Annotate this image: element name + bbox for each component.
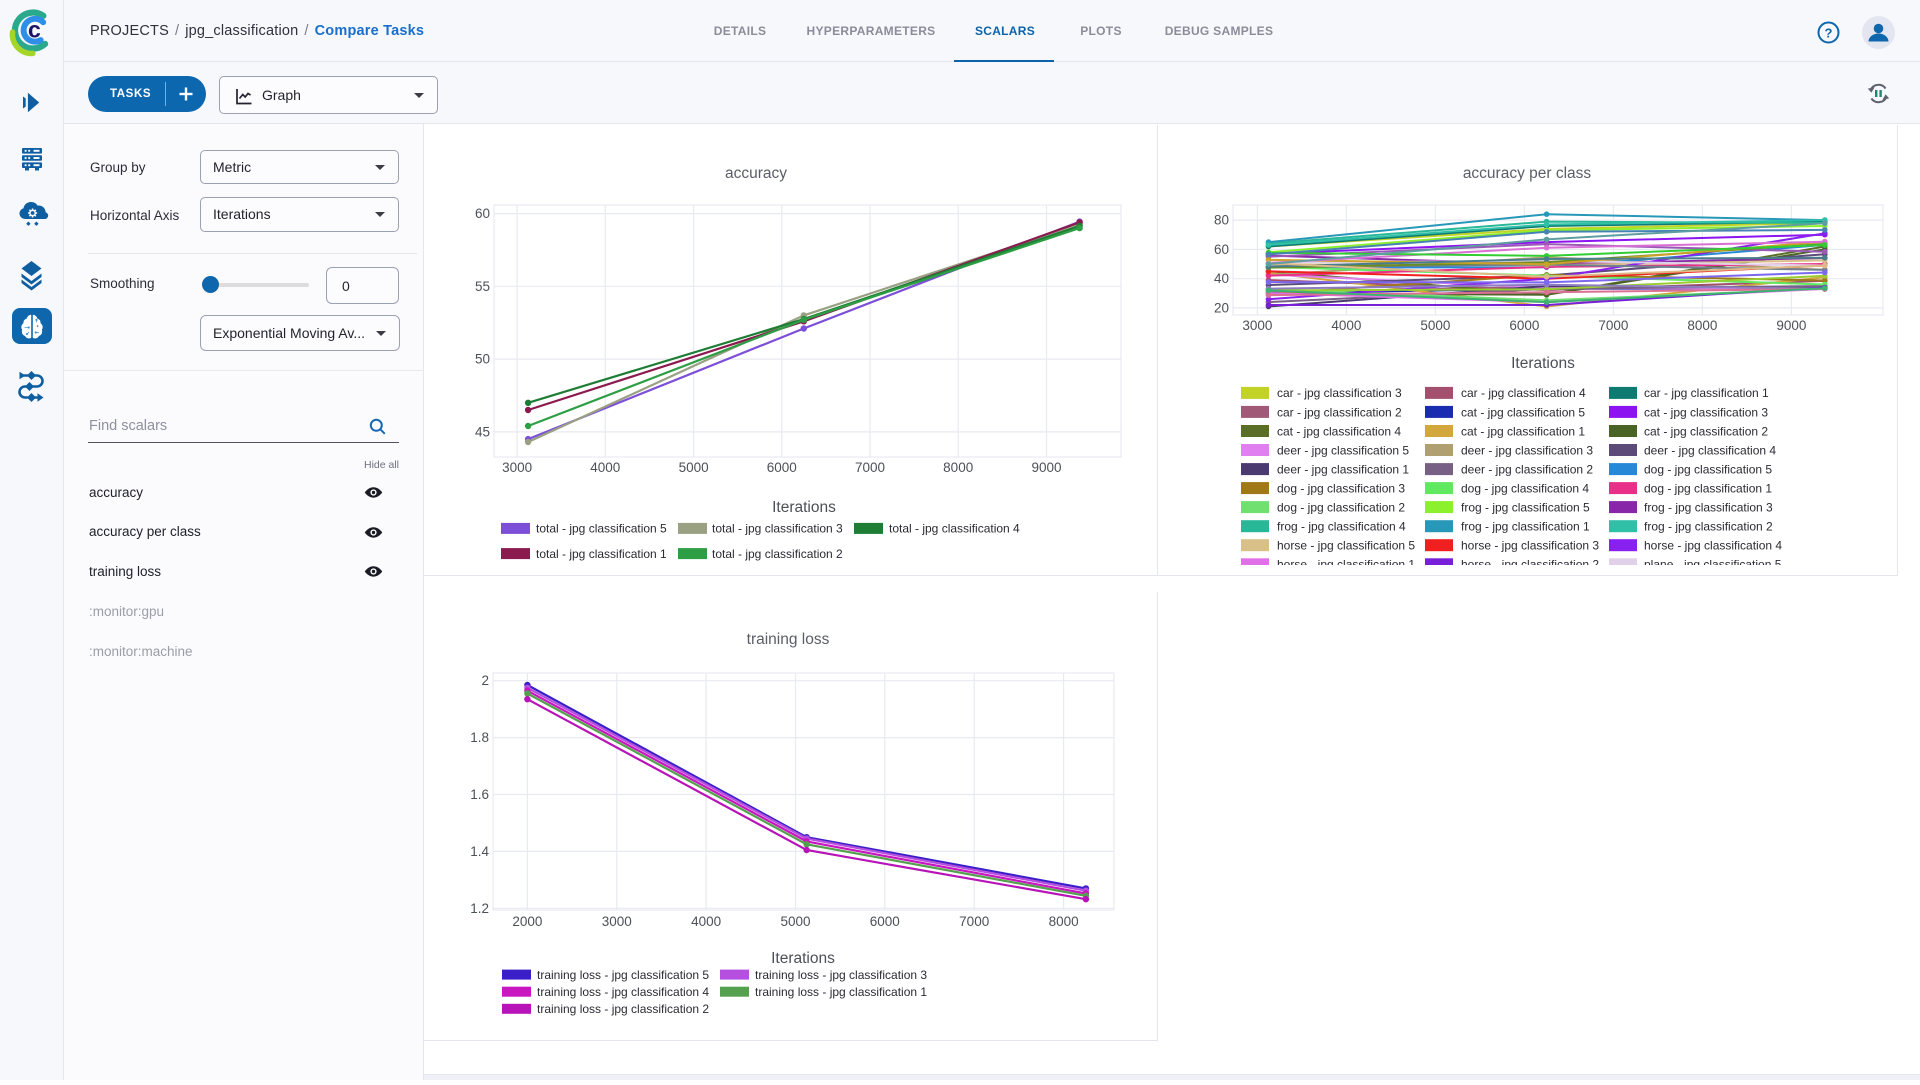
svg-text:training loss - jpg classifica: training loss - jpg classification 2 <box>537 1002 709 1016</box>
svg-text:total - jpg classification 1: total - jpg classification 1 <box>536 547 667 561</box>
svg-text:9000: 9000 <box>1031 460 1061 475</box>
svg-text:training loss: training loss <box>747 631 830 648</box>
svg-text:car - jpg classification 1: car - jpg classification 1 <box>1644 386 1769 400</box>
svg-text:7000: 7000 <box>855 460 885 475</box>
svg-text:cat - jpg classification 3: cat - jpg classification 3 <box>1644 405 1768 419</box>
svg-text:cat - jpg classification 1: cat - jpg classification 1 <box>1461 424 1585 438</box>
svg-text:60: 60 <box>475 206 490 221</box>
svg-text:frog - jpg classification 5: frog - jpg classification 5 <box>1461 501 1590 515</box>
svg-text:car - jpg classification 4: car - jpg classification 4 <box>1461 386 1586 400</box>
svg-text:Iterations: Iterations <box>1511 355 1575 372</box>
svg-text:8000: 8000 <box>1687 318 1717 333</box>
svg-text:4000: 4000 <box>1331 318 1361 333</box>
svg-text:2000: 2000 <box>512 914 542 929</box>
svg-text:7000: 7000 <box>1598 318 1628 333</box>
svg-text:frog - jpg classification 1: frog - jpg classification 1 <box>1461 520 1590 534</box>
svg-text:accuracy: accuracy <box>725 165 787 182</box>
svg-text:4000: 4000 <box>691 914 721 929</box>
svg-text:dog - jpg classification 3: dog - jpg classification 3 <box>1277 481 1405 495</box>
svg-text:Iterations: Iterations <box>772 499 836 516</box>
svg-text:8000: 8000 <box>1049 914 1079 929</box>
svg-text:6000: 6000 <box>1509 318 1539 333</box>
svg-text:training loss - jpg classifica: training loss - jpg classification 4 <box>537 985 709 999</box>
svg-text:car - jpg classification 2: car - jpg classification 2 <box>1277 405 1402 419</box>
svg-text:dog - jpg classification 2: dog - jpg classification 2 <box>1277 501 1405 515</box>
svg-text:total - jpg classification 5: total - jpg classification 5 <box>536 522 667 536</box>
svg-text:Iterations: Iterations <box>771 950 835 967</box>
svg-text:deer - jpg classification 1: deer - jpg classification 1 <box>1277 462 1409 476</box>
svg-text:training loss - jpg classifica: training loss - jpg classification 5 <box>537 968 709 982</box>
svg-text:total - jpg classification 3: total - jpg classification 3 <box>712 522 843 536</box>
svg-text:deer - jpg classification 2: deer - jpg classification 2 <box>1461 462 1593 476</box>
svg-text:3000: 3000 <box>602 914 632 929</box>
svg-text:dog - jpg classification 1: dog - jpg classification 1 <box>1644 481 1772 495</box>
svg-text:deer - jpg classification 4: deer - jpg classification 4 <box>1644 443 1776 457</box>
svg-text:3000: 3000 <box>1242 318 1272 333</box>
svg-text:5000: 5000 <box>780 914 810 929</box>
svg-text:1.6: 1.6 <box>470 787 489 802</box>
svg-text:9000: 9000 <box>1776 318 1806 333</box>
svg-text:cat - jpg classification 2: cat - jpg classification 2 <box>1644 424 1768 438</box>
svg-text:45: 45 <box>475 424 490 439</box>
svg-text:?: ? <box>1825 26 1833 41</box>
svg-text:c: c <box>28 17 41 43</box>
svg-text:dog - jpg classification 4: dog - jpg classification 4 <box>1461 481 1589 495</box>
svg-text:60: 60 <box>1214 242 1229 257</box>
svg-text:car - jpg classification 3: car - jpg classification 3 <box>1277 386 1402 400</box>
svg-text:deer - jpg classification 3: deer - jpg classification 3 <box>1461 443 1593 457</box>
svg-text:2: 2 <box>481 673 489 688</box>
svg-text:55: 55 <box>475 279 490 294</box>
svg-text:training loss - jpg classifica: training loss - jpg classification 3 <box>755 968 927 982</box>
svg-text:6000: 6000 <box>767 460 797 475</box>
svg-text:7000: 7000 <box>959 914 989 929</box>
svg-text:frog - jpg classification 2: frog - jpg classification 2 <box>1644 520 1773 534</box>
svg-text:horse - jpg classification 4: horse - jpg classification 4 <box>1644 539 1782 553</box>
svg-text:horse - jpg classification 5: horse - jpg classification 5 <box>1277 539 1415 553</box>
svg-text:6000: 6000 <box>870 914 900 929</box>
svg-text:50: 50 <box>475 352 490 367</box>
svg-text:cat - jpg classification 4: cat - jpg classification 4 <box>1277 424 1401 438</box>
svg-text:horse - jpg classification 3: horse - jpg classification 3 <box>1461 539 1599 553</box>
svg-text:1.4: 1.4 <box>470 844 489 859</box>
svg-text:cat - jpg classification 5: cat - jpg classification 5 <box>1461 405 1585 419</box>
svg-text:total - jpg classification 2: total - jpg classification 2 <box>712 547 843 561</box>
svg-text:8000: 8000 <box>943 460 973 475</box>
svg-text:40: 40 <box>1214 271 1229 286</box>
svg-text:5000: 5000 <box>679 460 709 475</box>
svg-text:dog - jpg classification 5: dog - jpg classification 5 <box>1644 462 1772 476</box>
svg-text:training loss - jpg classifica: training loss - jpg classification 1 <box>755 985 927 999</box>
svg-text:3000: 3000 <box>502 460 532 475</box>
svg-text:1.8: 1.8 <box>470 730 489 745</box>
svg-text:total - jpg classification 4: total - jpg classification 4 <box>889 522 1020 536</box>
svg-text:20: 20 <box>1214 300 1229 315</box>
svg-text:5000: 5000 <box>1420 318 1450 333</box>
svg-text:1.2: 1.2 <box>470 901 489 916</box>
svg-text:frog - jpg classification 4: frog - jpg classification 4 <box>1277 520 1406 534</box>
svg-text:4000: 4000 <box>590 460 620 475</box>
svg-text:accuracy per class: accuracy per class <box>1463 165 1592 182</box>
svg-text:frog - jpg classification 3: frog - jpg classification 3 <box>1644 501 1773 515</box>
svg-text:deer - jpg classification 5: deer - jpg classification 5 <box>1277 443 1409 457</box>
svg-text:80: 80 <box>1214 213 1229 228</box>
